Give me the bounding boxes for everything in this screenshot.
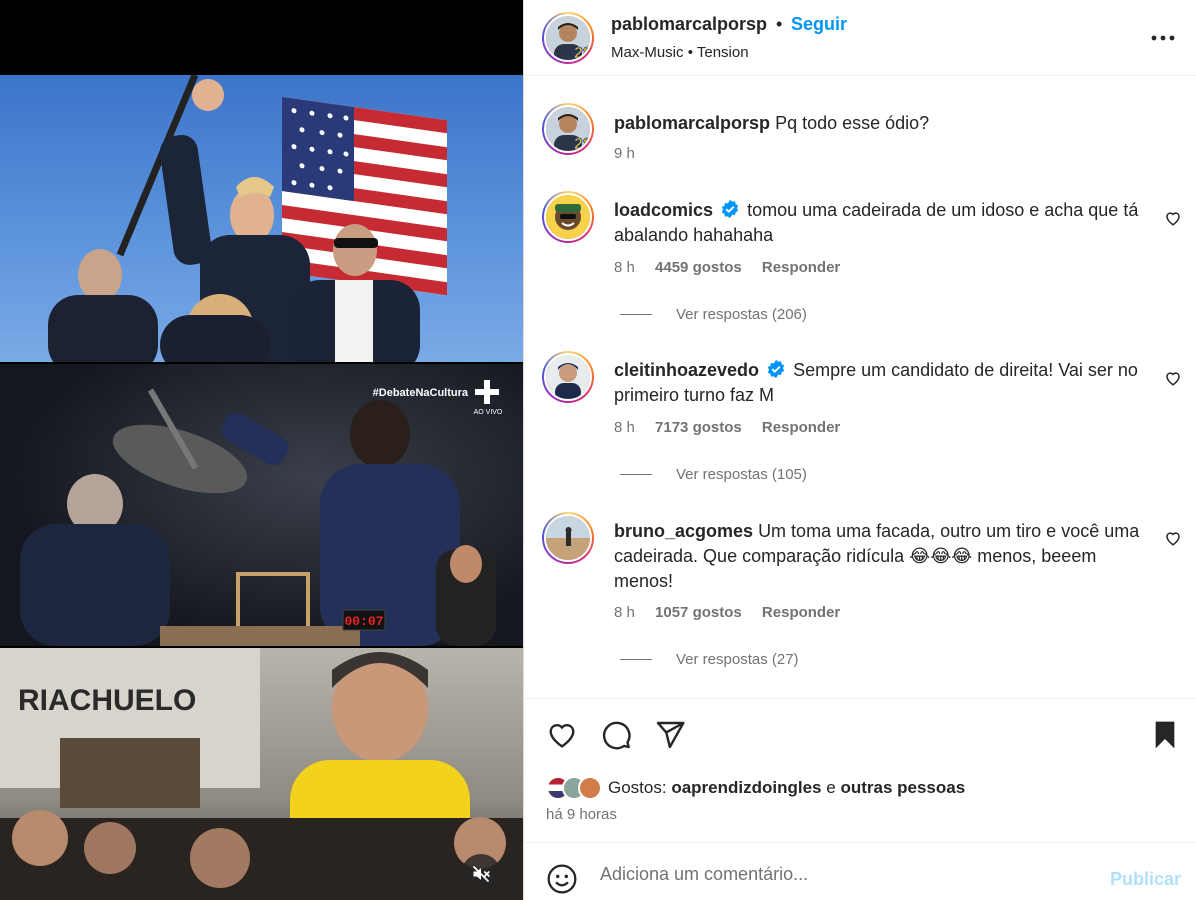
caption-time: 9 h xyxy=(614,145,635,162)
comment-time: 8 h xyxy=(614,604,635,621)
comment-likes[interactable]: 7173 gostos xyxy=(655,419,742,436)
comment-time: 8 h xyxy=(614,259,635,276)
debate-timer: 00:07 xyxy=(344,614,383,629)
heart-icon xyxy=(549,724,575,748)
bookmark-icon xyxy=(1155,721,1175,749)
video-panel-rally xyxy=(0,75,523,362)
verified-badge-icon xyxy=(721,199,739,219)
caption-username[interactable]: pablomarcalporsp xyxy=(614,113,770,133)
view-replies-button[interactable]: Ver respostas (206) xyxy=(620,306,807,323)
emoji-button[interactable] xyxy=(546,863,578,895)
comment-input[interactable] xyxy=(600,857,1080,891)
verified-badge-icon xyxy=(767,359,785,379)
post-actions: Gostos: oaprendizdoingles e outras pesso… xyxy=(524,698,1196,842)
post-header: 28 pablomarcalporsp • Seguir Max-Music •… xyxy=(524,0,1196,76)
audio-info[interactable]: Max-Music • Tension xyxy=(611,44,749,61)
comment-username[interactable]: cleitinhoazevedo xyxy=(614,360,759,380)
view-replies-label: Ver respostas (206) xyxy=(676,306,807,323)
liker-avatar xyxy=(578,776,602,800)
view-replies-label: Ver respostas (27) xyxy=(676,651,799,668)
video-panel-debate: 00:07 #DebateNaCultura AO VIVO xyxy=(0,364,523,646)
comment-icon xyxy=(602,721,631,750)
more-options-icon xyxy=(1151,35,1175,41)
like-button[interactable] xyxy=(546,719,578,751)
comment-body: bruno_acgomes Um toma uma facada, outro … xyxy=(614,519,1149,594)
view-replies-label: Ver respostas (105) xyxy=(676,466,807,483)
heart-icon xyxy=(1166,532,1180,546)
reply-button[interactable]: Responder xyxy=(762,259,840,276)
likes-conjunction: e xyxy=(826,778,836,797)
comment-username[interactable]: bruno_acgomes xyxy=(614,521,753,541)
debate-hashtag: #DebateNaCultura xyxy=(373,387,469,399)
speaker-muted-icon xyxy=(472,865,490,883)
comment-avatar[interactable] xyxy=(542,351,594,403)
comments-list[interactable]: 28 pablomarcalporsp Pq todo esse ódio? 9… xyxy=(524,76,1196,698)
audio-track: Tension xyxy=(696,44,749,61)
comment-button[interactable] xyxy=(600,719,632,751)
publish-button[interactable]: Publicar xyxy=(1110,869,1181,890)
audio-artist: Max-Music xyxy=(611,44,684,61)
view-replies-button[interactable]: Ver respostas (105) xyxy=(620,466,807,483)
post-video[interactable]: 00:07 #DebateNaCultura AO VIVO RIACHUELO xyxy=(0,0,523,900)
caption-text: Pq todo esse ódio? xyxy=(775,113,930,133)
likes-summary[interactable]: Gostos: oaprendizdoingles e outras pesso… xyxy=(546,775,965,801)
caption-avatar[interactable]: 28 xyxy=(542,103,594,155)
mute-toggle-button[interactable] xyxy=(461,854,501,894)
add-comment-bar: Publicar xyxy=(524,842,1196,900)
follow-button[interactable]: Seguir xyxy=(791,14,847,35)
comment-meta: 8 h 1057 gostos Responder xyxy=(614,604,856,621)
share-button[interactable] xyxy=(654,719,686,751)
comment-likes[interactable]: 4459 gostos xyxy=(655,259,742,276)
share-icon xyxy=(656,721,685,749)
reply-button[interactable]: Responder xyxy=(762,604,840,621)
svg-text:28: 28 xyxy=(574,136,590,151)
debate-live-label: AO VIVO xyxy=(474,409,503,416)
heart-icon xyxy=(1166,212,1180,226)
comment-like-button[interactable] xyxy=(1164,369,1182,387)
author-avatar[interactable]: 28 xyxy=(542,12,594,64)
save-button[interactable] xyxy=(1149,719,1181,751)
video-panel-crowd: RIACHUELO xyxy=(0,648,523,900)
emoji-icon xyxy=(547,864,577,894)
likes-others-link[interactable]: outras pessoas xyxy=(840,778,965,797)
likes-prefix: Gostos: xyxy=(608,778,667,797)
comment-likes[interactable]: 1057 gostos xyxy=(655,604,742,621)
more-options-button[interactable] xyxy=(1146,26,1180,50)
comment-meta: 8 h 7173 gostos Responder xyxy=(614,419,856,436)
view-replies-button[interactable]: Ver respostas (27) xyxy=(620,651,799,668)
store-sign: RIACHUELO xyxy=(18,684,196,717)
reply-button[interactable]: Responder xyxy=(762,419,840,436)
comment-body: cleitinhoazevedo Sempre um candidato de … xyxy=(614,358,1149,408)
comment-like-button[interactable] xyxy=(1164,529,1182,547)
liker-username[interactable]: oaprendizdoingles xyxy=(671,778,821,797)
post-side-panel: 28 pablomarcalporsp • Seguir Max-Music •… xyxy=(523,0,1196,900)
comment-avatar[interactable] xyxy=(542,191,594,243)
comment-avatar[interactable] xyxy=(542,512,594,564)
comment-time: 8 h xyxy=(614,419,635,436)
comment-body: loadcomics tomou uma cadeirada de um ido… xyxy=(614,198,1149,248)
post-timestamp[interactable]: há 9 horas xyxy=(546,806,617,823)
comment-meta: 8 h 4459 gostos Responder xyxy=(614,259,856,276)
author-username[interactable]: pablomarcalporsp xyxy=(611,14,767,35)
audio-separator: • xyxy=(687,44,693,61)
header-separator: • xyxy=(776,14,783,34)
comment-username[interactable]: loadcomics xyxy=(614,200,713,220)
svg-text:28: 28 xyxy=(574,45,590,60)
heart-icon xyxy=(1166,372,1180,386)
comment-like-button[interactable] xyxy=(1164,209,1182,227)
caption: pablomarcalporsp Pq todo esse ódio? xyxy=(614,111,1149,136)
